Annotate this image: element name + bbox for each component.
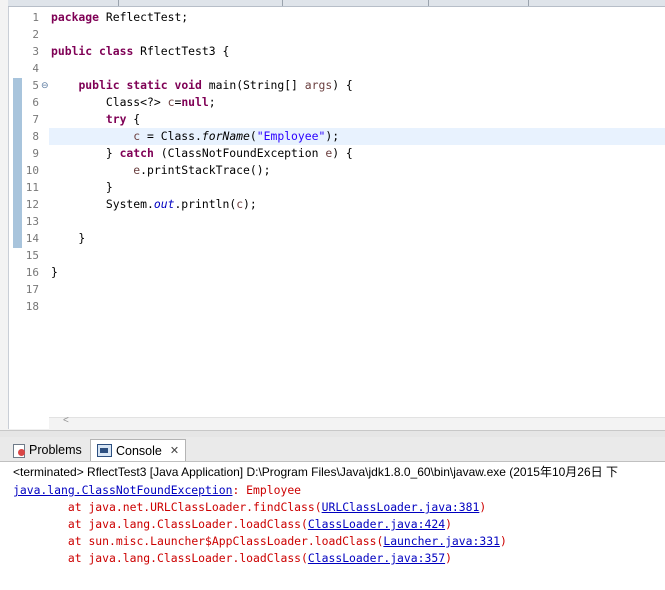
editor-tab-strip — [0, 0, 665, 7]
stack-frame-link[interactable]: ClassLoader.java:357 — [308, 551, 445, 565]
line-number: 2 — [32, 28, 39, 41]
code-line-10: e.printStackTrace(); — [133, 163, 271, 177]
line-number: 3 — [32, 45, 39, 58]
code-line-11: } — [51, 180, 113, 194]
code-line-8: c = Class.forName("Employee"); — [133, 129, 340, 143]
tab-problems[interactable]: Problems — [4, 439, 82, 460]
code-line-9: } catch (ClassNotFoundException e) { — [51, 146, 353, 160]
close-icon[interactable]: ✕ — [170, 444, 179, 457]
code-line-16: } — [51, 265, 58, 279]
problems-icon — [12, 443, 26, 458]
exception-message: : Employee — [232, 483, 302, 497]
stack-frame-link[interactable]: ClassLoader.java:424 — [308, 517, 445, 531]
tab-divider — [118, 0, 119, 6]
horizontal-scrollbar[interactable]: < — [49, 415, 665, 430]
line-number: 15 — [25, 249, 39, 262]
code-line-6: Class<?> c=null; — [51, 95, 216, 109]
tab-console[interactable]: Console ✕ — [90, 439, 187, 461]
tab-console-label: Console — [116, 443, 162, 458]
code-line-7: try { — [105, 112, 141, 126]
stack-frame: at sun.misc.Launcher$AppClassLoader.load… — [13, 534, 507, 548]
code-line-3: public class RflectTest3 { — [51, 44, 230, 58]
line-number: 18 — [25, 300, 39, 313]
line-number: 4 — [32, 62, 39, 75]
code-editor[interactable]: 1 2 3 4 5 6 7 8 9 10 11 12 13 14 15 16 1… — [8, 7, 665, 430]
stack-frame-link[interactable]: Launcher.java:331 — [383, 534, 500, 548]
console-status-line: <terminated> RflectTest3 [Java Applicati… — [13, 465, 618, 479]
bottom-panel-tabs: Problems Console ✕ — [0, 437, 665, 462]
change-indicator-bar — [13, 78, 22, 248]
tab-divider — [528, 0, 529, 6]
console-output[interactable]: <terminated> RflectTest3 [Java Applicati… — [0, 462, 665, 590]
editor-left-margin — [0, 0, 8, 430]
exception-link[interactable]: java.lang.ClassNotFoundException — [13, 483, 232, 497]
code-line-14: } — [51, 231, 86, 245]
stack-frame-link[interactable]: URLClassLoader.java:381 — [322, 500, 480, 514]
code-line-1: package ReflectTest; — [51, 10, 189, 24]
line-number: 1 — [32, 11, 39, 24]
tab-divider — [428, 0, 429, 6]
stack-frame: at java.net.URLClassLoader.findClass(URL… — [13, 500, 487, 514]
fold-collapse-icon[interactable]: ⊖ — [41, 81, 49, 91]
scroll-left-arrow-icon[interactable]: < — [63, 415, 69, 426]
console-icon — [97, 444, 112, 457]
line-number: 16 — [25, 266, 39, 279]
stack-frame: at java.lang.ClassLoader.loadClass(Class… — [13, 551, 452, 565]
stack-frame: at java.lang.ClassLoader.loadClass(Class… — [13, 517, 452, 531]
panel-sash[interactable] — [0, 430, 665, 437]
code-line-12: System.out.println(c); — [51, 197, 257, 211]
tab-problems-label: Problems — [29, 442, 82, 457]
code-line-5: public static void main(String[] args) { — [78, 78, 353, 92]
tab-divider — [282, 0, 283, 6]
exception-line: java.lang.ClassNotFoundException: Employ… — [13, 482, 301, 499]
line-number: 17 — [25, 283, 39, 296]
